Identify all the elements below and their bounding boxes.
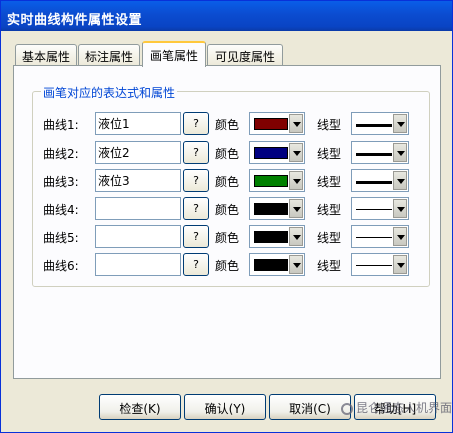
tab-label-properties[interactable]: 标注属性 — [78, 44, 140, 66]
tab-visibility-properties[interactable]: 可见度属性 — [207, 44, 283, 66]
line-style-label: 线型 — [317, 259, 342, 273]
ok-button[interactable]: 确认(Y) — [184, 394, 266, 420]
chevron-down-icon[interactable] — [393, 255, 407, 274]
expression-picker-button[interactable]: ? — [183, 141, 209, 164]
line-style-select[interactable] — [351, 197, 409, 220]
curve-label: 曲线1: — [43, 118, 79, 132]
curve-row-5: 曲线5:? 颜色 线型 — [33, 225, 429, 249]
chevron-down-icon[interactable] — [289, 171, 303, 190]
chevron-down-icon[interactable] — [289, 227, 303, 246]
line-style-select[interactable] — [351, 253, 409, 276]
curve-label: 曲线3: — [43, 175, 79, 189]
curve-expression-input[interactable] — [95, 225, 181, 248]
curve-expression-input[interactable] — [95, 141, 181, 164]
color-label: 颜色 — [215, 203, 240, 217]
chevron-down-icon[interactable] — [289, 255, 303, 274]
curve-label: 曲线2: — [43, 147, 79, 161]
group-title: 画笔对应的表达式和属性 — [41, 84, 178, 101]
line-style-preview — [356, 265, 392, 266]
curve-expression-input[interactable] — [95, 169, 181, 192]
chevron-down-icon[interactable] — [289, 114, 303, 133]
line-style-preview — [356, 181, 392, 184]
color-swatch — [254, 118, 288, 130]
line-style-preview — [356, 209, 392, 210]
tab-pen-properties[interactable]: 画笔属性 — [142, 41, 206, 67]
color-label: 颜色 — [215, 147, 240, 161]
line-style-select[interactable] — [351, 141, 409, 164]
color-swatch — [254, 147, 288, 159]
color-select[interactable] — [249, 225, 305, 248]
color-swatch — [254, 203, 288, 215]
curve-expression-input[interactable] — [95, 197, 181, 220]
line-style-preview — [356, 237, 392, 238]
properties-dialog: 实时曲线构件属性设置 基本属性 标注属性 画笔属性 可见度属性 画笔对应的表达式… — [0, 0, 453, 433]
line-style-label: 线型 — [317, 147, 342, 161]
line-style-select[interactable] — [351, 225, 409, 248]
watermark-text: 昆仑通态人机界面 — [356, 401, 453, 415]
line-style-label: 线型 — [317, 118, 342, 132]
chevron-down-icon[interactable] — [393, 199, 407, 218]
expression-picker-button[interactable]: ? — [183, 112, 209, 135]
curve-row-3: 曲线3:? 颜色 线型 — [33, 169, 429, 193]
pen-expression-group: 画笔对应的表达式和属性 曲线1:?颜色线型曲线2:?颜色线型曲线3:?颜色线型曲… — [32, 84, 430, 287]
chevron-down-icon[interactable] — [393, 114, 407, 133]
color-label: 颜色 — [215, 259, 240, 273]
chevron-down-icon[interactable] — [393, 171, 407, 190]
pen-properties-panel: 画笔对应的表达式和属性 曲线1:?颜色线型曲线2:?颜色线型曲线3:?颜色线型曲… — [13, 65, 441, 379]
watermark: 昆仑通态人机界面 — [341, 399, 452, 416]
curve-expression-input[interactable] — [95, 253, 181, 276]
curve-expression-input[interactable] — [95, 112, 181, 135]
line-style-label: 线型 — [317, 175, 342, 189]
color-label: 颜色 — [215, 175, 240, 189]
chevron-down-icon[interactable] — [393, 143, 407, 162]
expression-picker-button[interactable]: ? — [183, 169, 209, 192]
line-style-select[interactable] — [351, 169, 409, 192]
cancel-button[interactable]: 取消(C) — [269, 394, 351, 420]
curve-label: 曲线5: — [43, 231, 79, 245]
line-style-preview — [356, 124, 392, 127]
color-select[interactable] — [249, 141, 305, 164]
color-swatch — [254, 231, 288, 243]
color-swatch — [254, 259, 288, 271]
tab-basic-properties[interactable]: 基本属性 — [15, 44, 77, 66]
dialog-title: 实时曲线构件属性设置 — [1, 1, 452, 31]
color-select[interactable] — [249, 169, 305, 192]
color-label: 颜色 — [215, 118, 240, 132]
curve-row-1: 曲线1:? 颜色 线型 — [33, 112, 429, 136]
curve-row-2: 曲线2:? 颜色 线型 — [33, 141, 429, 165]
curve-label: 曲线6: — [43, 259, 79, 273]
expression-picker-button[interactable]: ? — [183, 197, 209, 220]
line-style-select[interactable] — [351, 112, 409, 135]
expression-picker-button[interactable]: ? — [183, 225, 209, 248]
chevron-down-icon[interactable] — [289, 143, 303, 162]
chat-bubble-icon — [341, 402, 353, 415]
chevron-down-icon[interactable] — [393, 227, 407, 246]
curve-row-6: 曲线6:? 颜色 线型 — [33, 253, 429, 277]
color-select[interactable] — [249, 197, 305, 220]
color-label: 颜色 — [215, 231, 240, 245]
curve-label: 曲线4: — [43, 203, 79, 217]
line-style-preview — [356, 153, 392, 156]
curve-row-4: 曲线4:? 颜色 线型 — [33, 197, 429, 221]
expression-picker-button[interactable]: ? — [183, 253, 209, 276]
color-select[interactable] — [249, 112, 305, 135]
check-button[interactable]: 检查(K) — [99, 394, 181, 420]
line-style-label: 线型 — [317, 231, 342, 245]
color-swatch — [254, 175, 288, 187]
chevron-down-icon[interactable] — [289, 199, 303, 218]
color-select[interactable] — [249, 253, 305, 276]
line-style-label: 线型 — [317, 203, 342, 217]
